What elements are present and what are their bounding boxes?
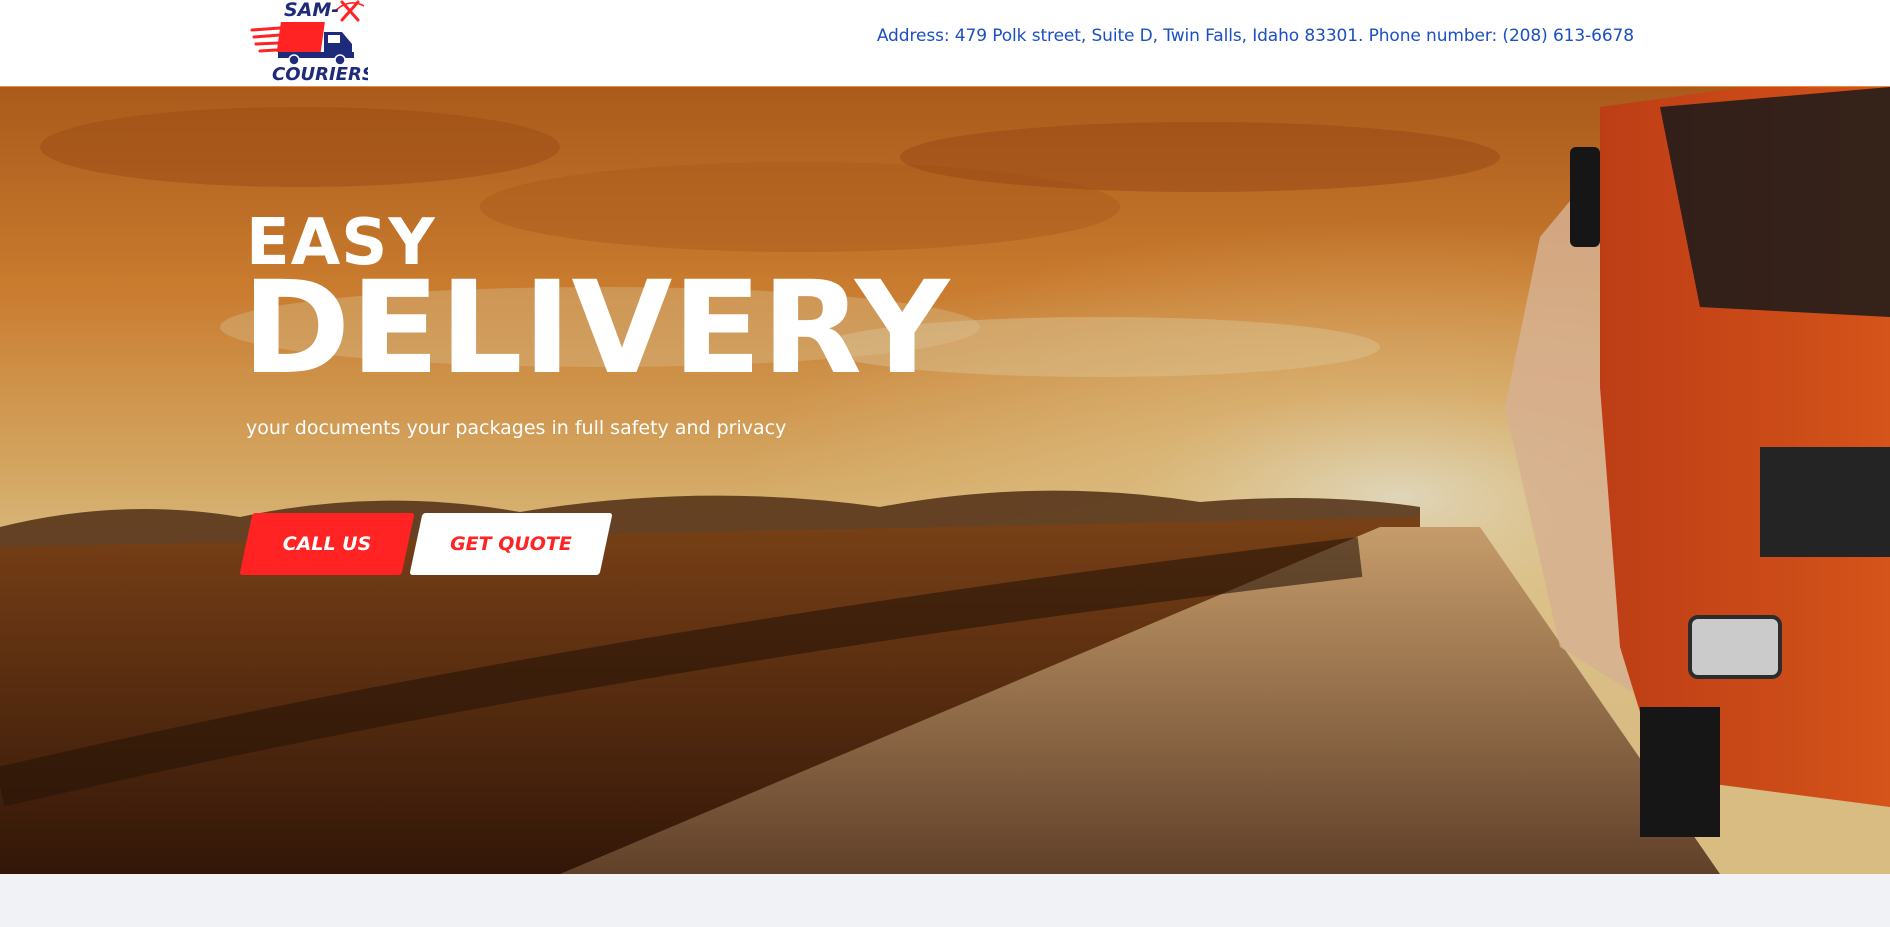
call-us-button[interactable]: CALL US	[239, 513, 415, 575]
hero-title-large: DELIVERY	[242, 254, 950, 403]
get-quote-button[interactable]: GET QUOTE	[409, 513, 613, 575]
sam-couriers-logo[interactable]: SAM- COURIERS	[250, 0, 368, 84]
logo-top-text: SAM-	[284, 0, 339, 21]
get-quote-label: GET QUOTE	[450, 533, 572, 555]
logo-bottom-text: COURIERS	[272, 64, 368, 84]
page-section-background	[0, 874, 1890, 927]
hero-banner: EASY DELIVERY your documents your packag…	[0, 87, 1890, 874]
site-header: SAM- COURIERS Address: 479 Polk street, …	[0, 0, 1890, 87]
hero-content: EASY DELIVERY your documents your packag…	[239, 87, 1146, 874]
hero-subtitle: your documents your packages in full saf…	[246, 417, 787, 439]
address-phone-text: Address: 479 Polk street, Suite D, Twin …	[876, 26, 1634, 46]
call-us-label: CALL US	[282, 533, 372, 555]
